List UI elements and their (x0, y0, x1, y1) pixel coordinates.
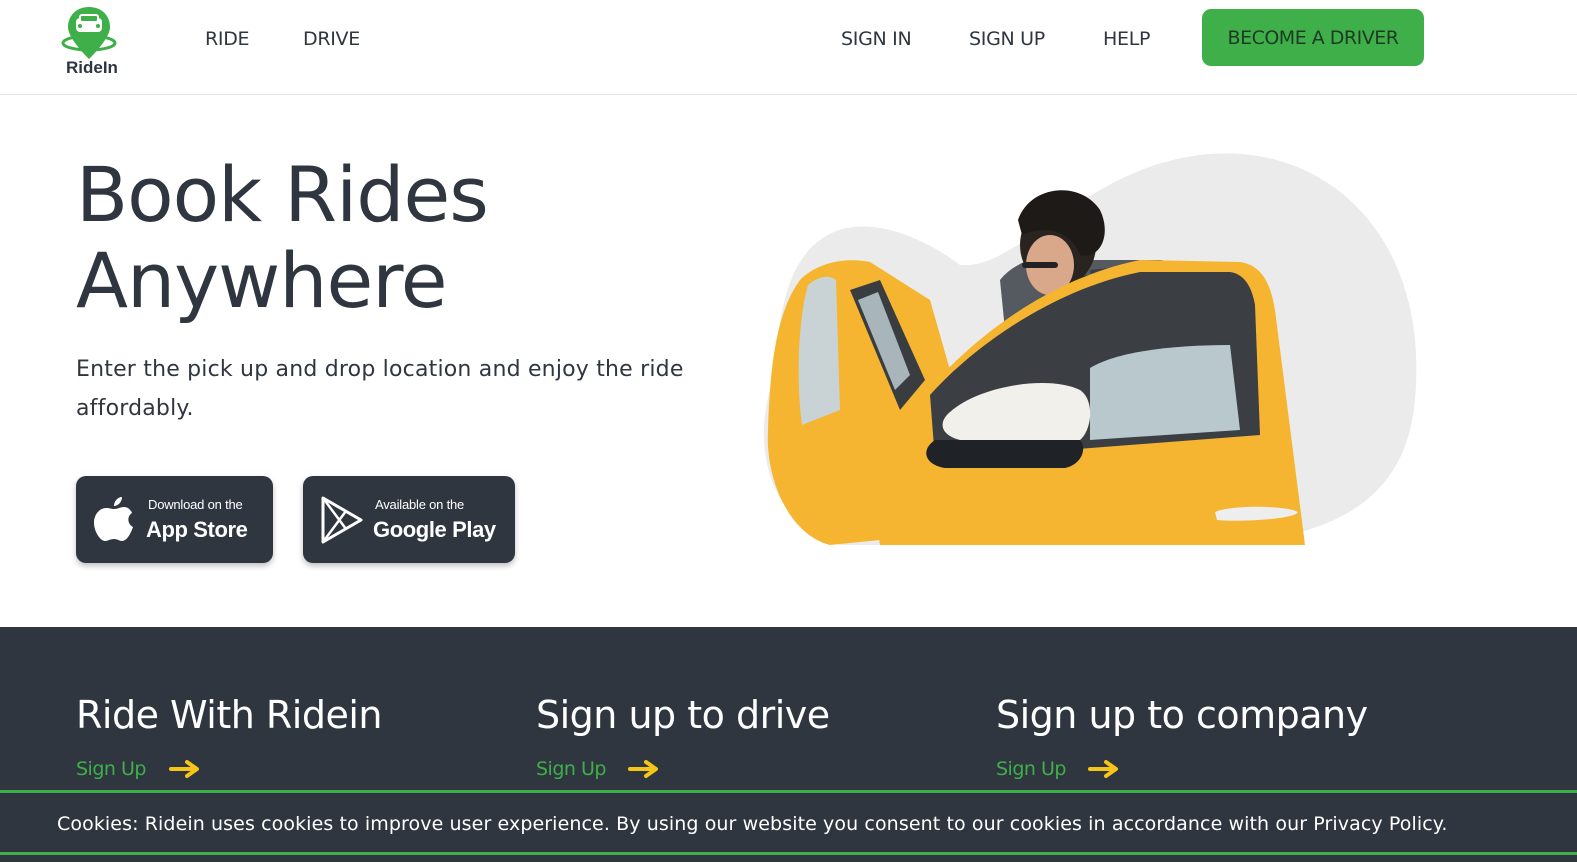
card-company-signup-link[interactable]: Sign Up (996, 758, 1066, 780)
nav-drive[interactable]: DRIVE (303, 28, 360, 50)
google-play-big-text: Google Play (373, 517, 496, 542)
app-store-button[interactable]: Download on the App Store (76, 476, 273, 563)
brand-name: RideIn (66, 58, 118, 77)
nav-help[interactable]: HELP (1103, 28, 1150, 50)
arrow-right-icon[interactable] (169, 759, 203, 779)
app-store-small-text: Download on the (148, 497, 243, 512)
app-store-big-text: App Store (146, 517, 248, 542)
card-ride-signup-link[interactable]: Sign Up (76, 758, 146, 780)
hero-subtitle: Enter the pick up and drop location and … (76, 357, 684, 421)
taxi-car (767, 260, 1305, 545)
nav-sign-up[interactable]: SIGN UP (969, 28, 1045, 50)
nav-ride[interactable]: RIDE (205, 28, 250, 50)
cookie-text: Cookies: Ridein uses cookies to improve … (57, 813, 1448, 835)
location-pin-car-icon (61, 7, 117, 59)
hero-title: Book Rides Anywhere (76, 150, 489, 325)
card-drive-title: Sign up to drive (536, 693, 830, 737)
site-header: RideIn RIDE DRIVE SIGN IN SIGN UP HELP B… (0, 0, 1577, 95)
hero-taxi-illustration (763, 153, 1417, 546)
arrow-right-icon[interactable] (1088, 759, 1122, 779)
hero-title-line-2: Anywhere (76, 236, 448, 325)
card-company-title: Sign up to company (996, 693, 1368, 737)
google-play-button[interactable]: Available on the Google Play (303, 476, 515, 563)
hero-title-line-1: Book Rides (76, 150, 489, 239)
cookie-banner: Cookies: Ridein uses cookies to improve … (0, 790, 1577, 855)
apple-icon (94, 497, 133, 541)
card-drive-signup-link[interactable]: Sign Up (536, 758, 606, 780)
play-icon (321, 496, 363, 544)
nav-sign-in[interactable]: SIGN IN (841, 28, 912, 50)
card-ride-title: Ride With Ridein (76, 693, 383, 737)
google-play-small-text: Available on the (375, 497, 465, 512)
arrow-right-icon[interactable] (628, 759, 662, 779)
become-driver-button[interactable]: BECOME A DRIVER (1202, 9, 1424, 66)
